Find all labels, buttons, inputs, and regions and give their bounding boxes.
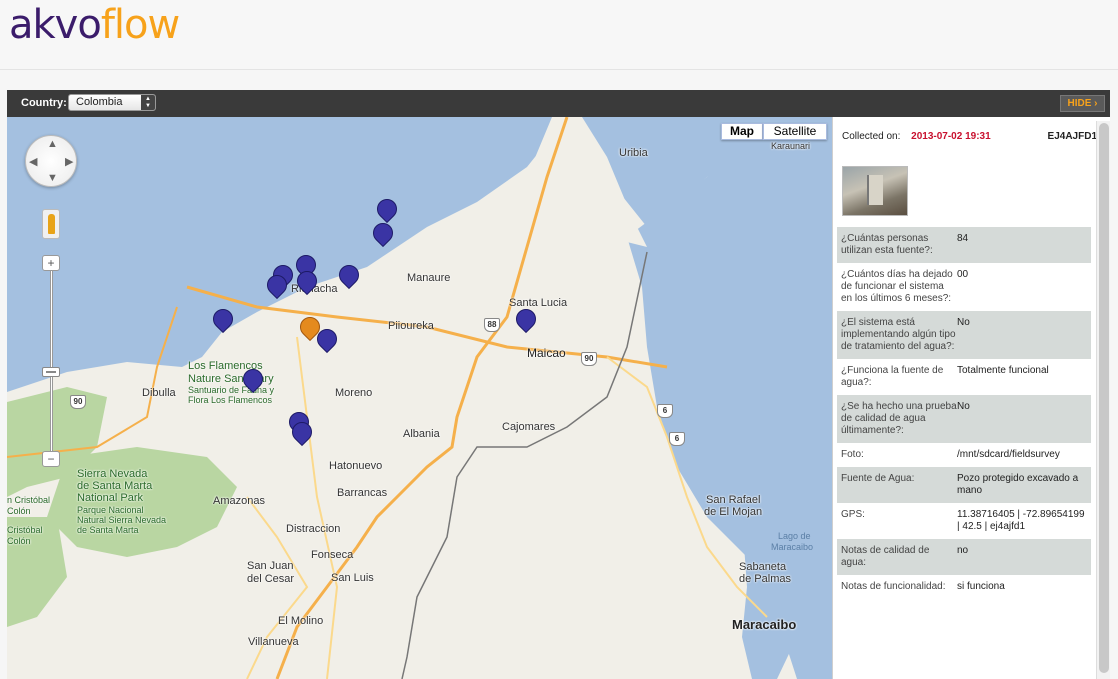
map-view[interactable]: Map Satellite ▲ ▼ ◀ ▶ + − Uribia Karauna…: [7, 117, 832, 679]
map-label: Uribia: [619, 147, 648, 159]
country-label: Country:: [21, 97, 67, 109]
map-label: Barrancas: [337, 487, 388, 499]
route-shield: 88: [484, 318, 500, 332]
map-label: de Palmas: [739, 573, 791, 585]
map-label: de Santa Marta: [77, 525, 139, 535]
map-label: Sierra Nevada: [77, 468, 148, 480]
map-label: Cristóbal: [7, 525, 43, 535]
select-arrows-icon: ▲ ▼: [141, 95, 155, 110]
map-marker[interactable]: [511, 304, 541, 337]
map-label: San Luis: [331, 572, 374, 584]
map-marker[interactable]: [238, 364, 268, 397]
pan-up-icon[interactable]: ▲: [47, 138, 58, 150]
answer-row: ¿Cuántos días ha dejado de funcionar el …: [841, 269, 969, 304]
route-shield: 90: [70, 395, 86, 409]
map-type-satellite-button[interactable]: Satellite: [763, 123, 827, 140]
pan-down-icon[interactable]: ▼: [47, 172, 58, 184]
answer-row: ¿El sistema está implementando algún tip…: [837, 311, 1091, 359]
map-marker[interactable]: [292, 266, 322, 299]
answer-row: Foto:/mnt/sdcard/fieldsurvey: [841, 449, 1060, 460]
map-type-map-button[interactable]: Map: [721, 123, 763, 140]
map-label: Dibulla: [142, 387, 176, 399]
map-label: Santa Lucia: [509, 297, 568, 309]
map-label: Distraccion: [286, 523, 341, 535]
map-label: Colón: [7, 506, 31, 516]
map-marker[interactable]: [208, 304, 238, 337]
map-label: San Juan: [247, 560, 294, 572]
panel-header: Collected on: 2013-07-02 19:31 EJ4AJFD1: [842, 131, 1097, 142]
answer-row: Fuente de Agua: Pozo protegido excavado a…: [837, 467, 1091, 503]
answers-list: ¿Cuántas personas utilizan esta fuente?:…: [837, 227, 1091, 599]
map-label: Karaunari: [771, 141, 811, 151]
map-marker[interactable]: [262, 270, 292, 303]
map-label: Cajomares: [502, 421, 556, 433]
map-label: Fonseca: [311, 549, 354, 561]
answer-row: GPS: 11.38716405 | -72.89654199 | 42.5 | …: [841, 509, 1085, 532]
hide-panel-button[interactable]: HIDE ›: [1060, 95, 1105, 112]
map-label: Manaure: [407, 272, 451, 284]
map-toolbar: Country: Colombia ▲ ▼ HIDE ›: [7, 90, 1110, 117]
map-marker[interactable]: [334, 260, 364, 293]
map-label: Parque Nacional: [77, 505, 144, 515]
map-label: Natural Sierra Nevada: [77, 515, 167, 525]
photo-thumbnail[interactable]: [842, 166, 908, 216]
map-label: Moreno: [335, 387, 373, 399]
map-label: Villanueva: [248, 636, 299, 648]
route-shield: 6: [657, 404, 673, 418]
route-shield: 6: [669, 432, 685, 446]
map-label: Lago de: [778, 531, 811, 541]
zoom-slider-track[interactable]: [50, 267, 53, 453]
akvoflow-logo[interactable]: akvoflow: [9, 2, 180, 48]
map-label: Sabaneta: [739, 561, 787, 573]
map-base: [7, 117, 832, 679]
map-label: de Santa Marta: [77, 480, 153, 492]
pan-control[interactable]: ▲ ▼ ◀ ▶: [25, 135, 77, 187]
answer-row: ¿Se ha hecho una prueba de calidad de ag…: [837, 395, 1091, 443]
map-label: de El Mojan: [704, 506, 763, 518]
collected-date: 2013-07-02 19:31: [911, 131, 991, 142]
answer-row: ¿Funciona la fuente de agua?: Totalmente …: [841, 365, 1049, 388]
map-label: Amazonas: [213, 495, 265, 507]
map-label: El Molino: [278, 615, 324, 627]
route-shield: 90: [581, 352, 597, 366]
country-select[interactable]: Colombia ▲ ▼: [68, 94, 156, 111]
answer-row: Notas de calidad de agua: no: [837, 539, 1091, 575]
pan-left-icon[interactable]: ◀: [29, 155, 37, 168]
app-header: akvoflow: [0, 0, 1118, 70]
map-marker[interactable]: [312, 324, 342, 357]
submission-code: EJ4AJFD1: [1047, 131, 1097, 142]
pan-right-icon[interactable]: ▶: [65, 155, 73, 168]
map-label: Colón: [7, 536, 31, 546]
zoom-slider-handle[interactable]: [42, 367, 60, 377]
scrollbar-thumb[interactable]: [1099, 123, 1109, 673]
map-label: Maracaibo: [732, 617, 797, 632]
map-label: Maicao: [527, 346, 566, 360]
map-marker[interactable]: [368, 218, 398, 251]
map-label: del Cesar: [247, 573, 295, 585]
answer-row: Notas de funcionalidad: si funciona: [841, 581, 1005, 592]
map-label: Piioureka: [388, 320, 434, 332]
map-label: Albania: [403, 428, 440, 440]
map-marker[interactable]: [287, 417, 317, 450]
collected-label: Collected on:: [842, 131, 901, 142]
details-panel: Collected on: 2013-07-02 19:31 EJ4AJFD1 …: [832, 117, 1110, 679]
zoom-in-button[interactable]: +: [42, 255, 60, 271]
street-view-pegman-icon[interactable]: [42, 209, 60, 239]
map-label: National Park: [77, 492, 144, 504]
panel-scrollbar[interactable]: [1096, 121, 1110, 679]
map-label: Hatonuevo: [329, 460, 383, 472]
map-label: n Cristóbal: [7, 495, 51, 505]
answer-row: ¿Cuántas personas utilizan esta fuente?:…: [837, 227, 1091, 263]
zoom-out-button[interactable]: −: [42, 451, 60, 467]
map-label: San Rafael: [706, 494, 761, 506]
map-label: Maracaibo: [771, 542, 814, 552]
